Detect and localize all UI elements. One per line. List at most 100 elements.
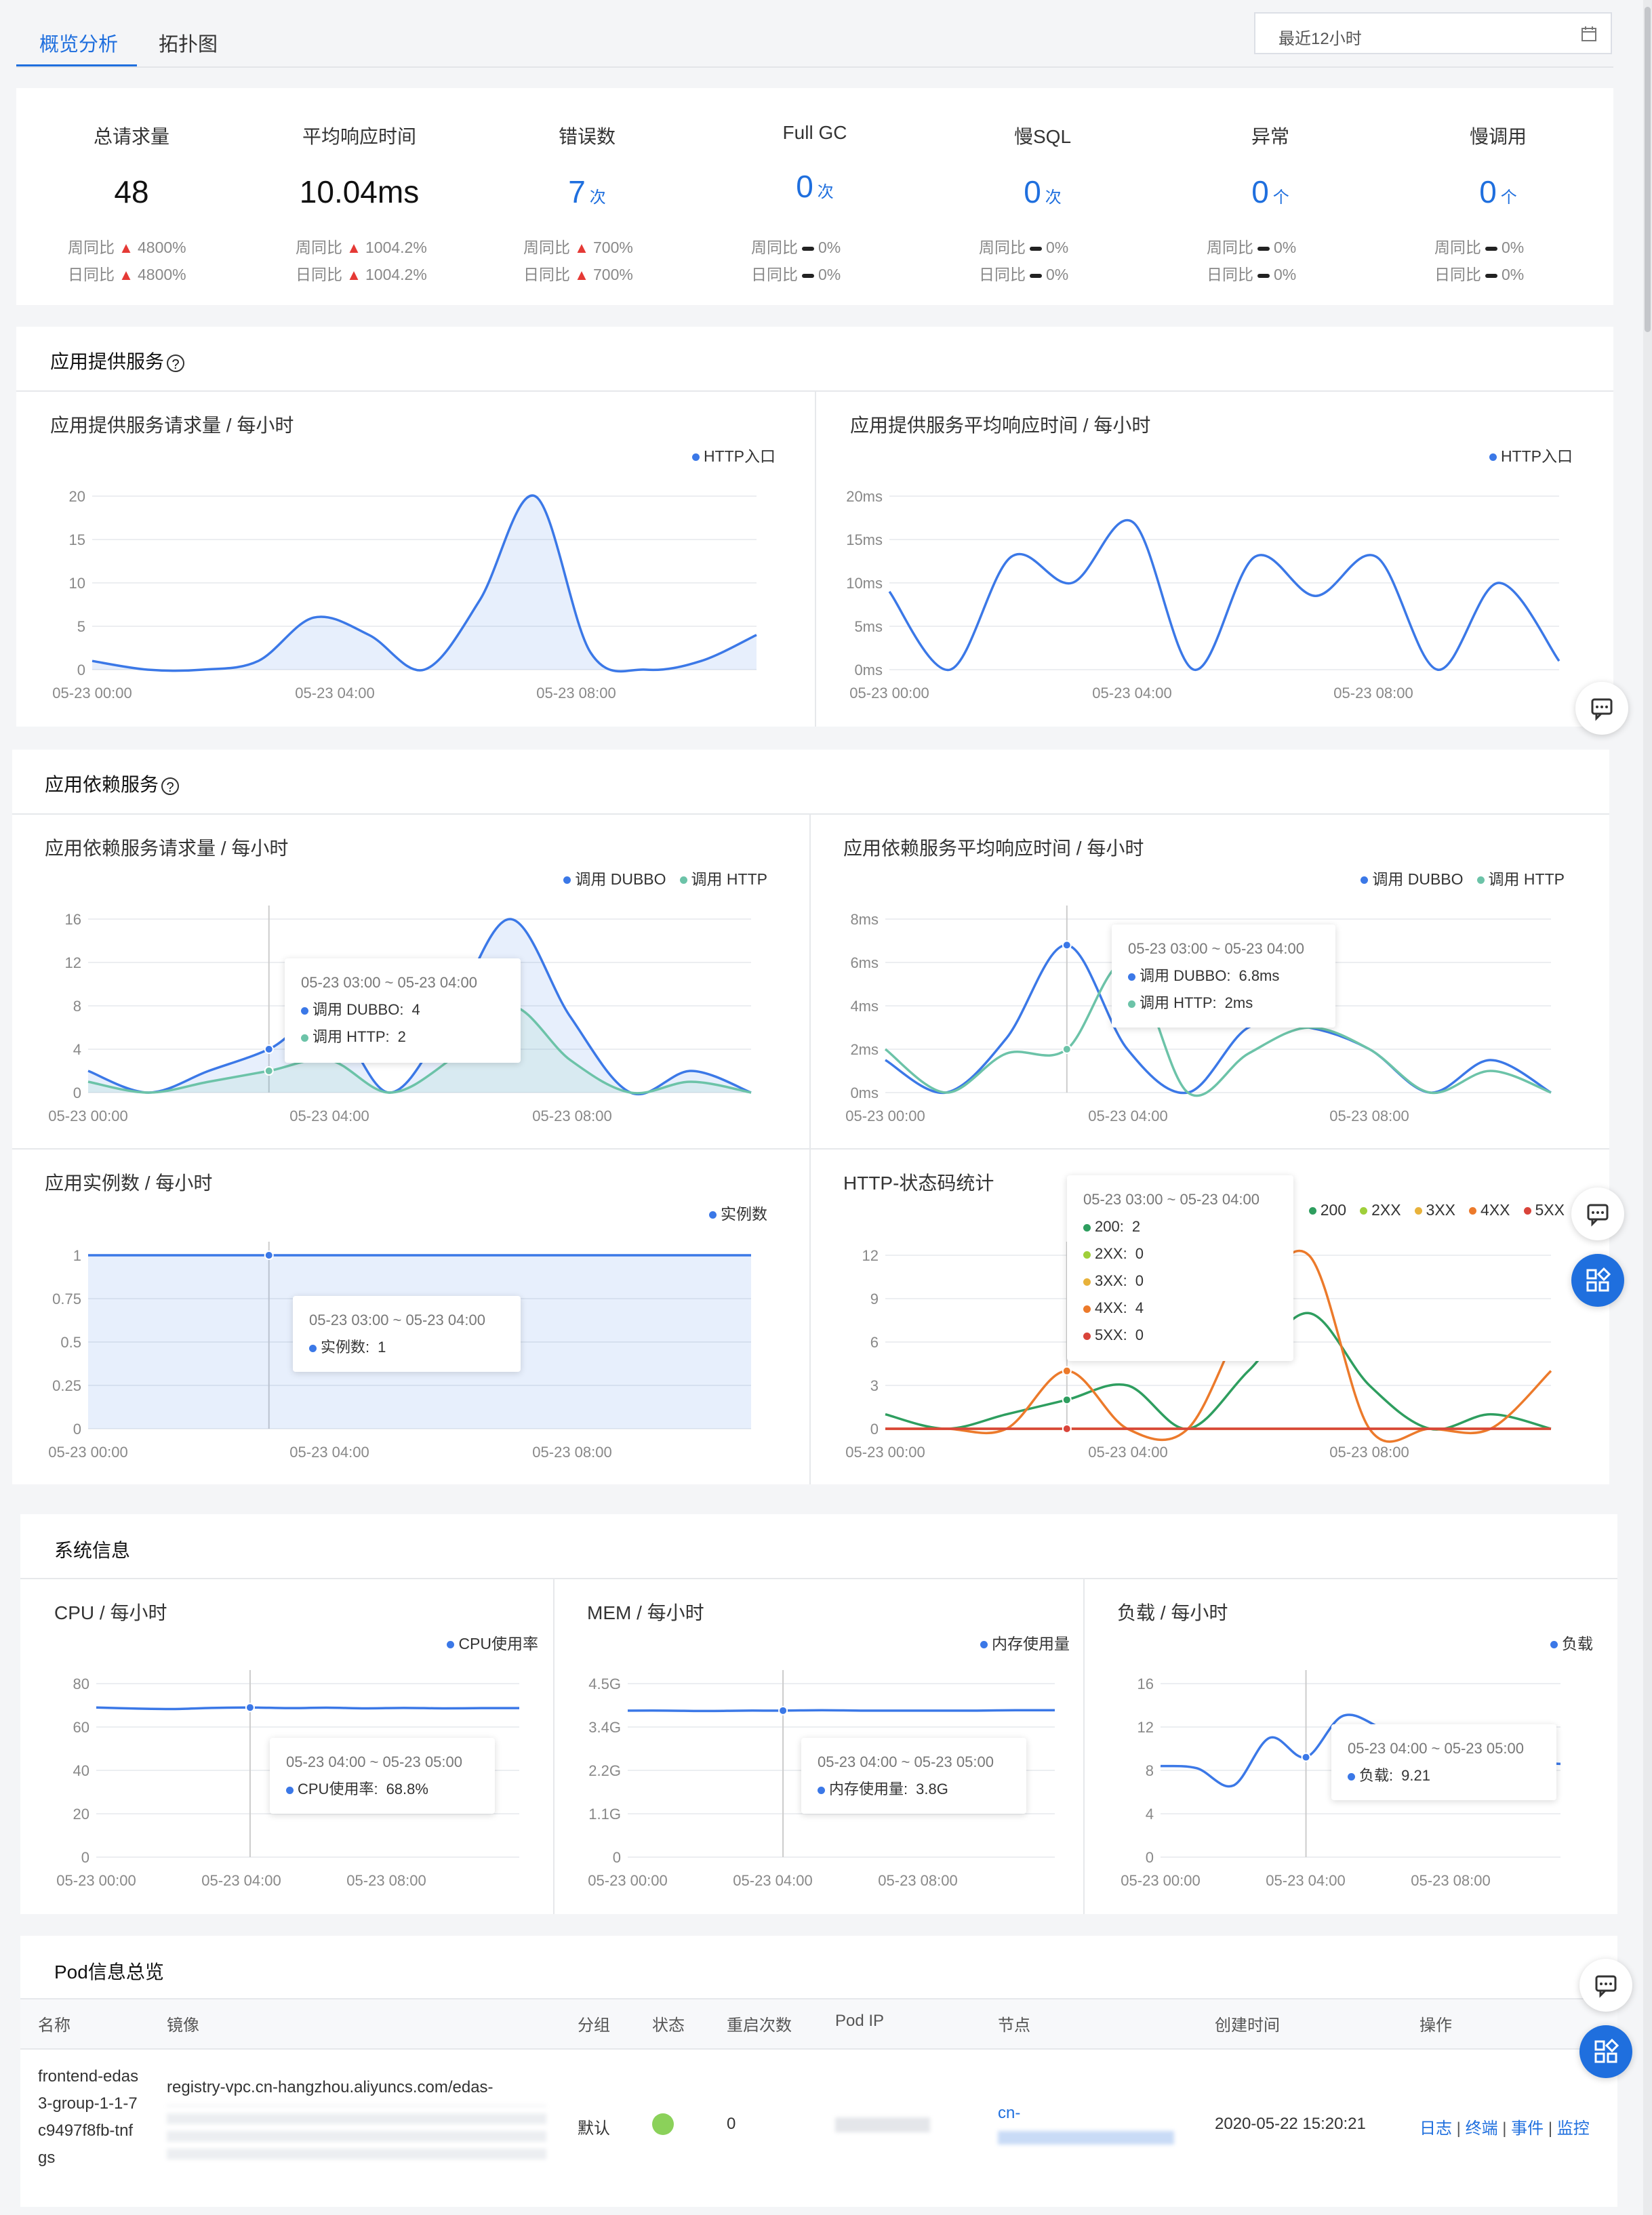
tooltip-title: 05-23 04:00 ~ 05-23 05:00 <box>818 1753 994 1770</box>
table-header: 节点 <box>998 2016 1030 2035</box>
table-header: 镜像 <box>167 2016 199 2035</box>
stat-label: 慢SQL <box>1013 126 1072 147</box>
x-tick-label: 05-23 04:00 <box>289 1444 369 1461</box>
pod-name[interactable]: frontend-edas3-group-1-1-7c9497f8fb-tnfg… <box>38 2063 140 2172</box>
apps-icon <box>1586 1267 1611 1292</box>
pod-status-dot <box>652 2113 674 2135</box>
chart-tooltip: 05-23 03:00 ~ 05-23 04:00 调用 DUBBO: 4 调用 HT… <box>285 958 521 1063</box>
tab-overview[interactable]: 概览分析 <box>39 28 118 57</box>
tooltip-row: 实例数: 1 <box>309 1334 504 1361</box>
chart-tooltip: 05-23 04:00 ~ 05-23 05:00 内存使用量: 3.8G <box>801 1738 1026 1814</box>
feedback-button[interactable] <box>1579 1959 1632 2012</box>
trend-flat-icon <box>1030 273 1042 278</box>
tooltip-row: 3XX: 0 <box>1083 1267 1277 1295</box>
tooltip-row: 200: 2 <box>1083 1213 1277 1240</box>
chart-tooltip: 05-23 04:00 ~ 05-23 05:00 负载: 9.21 <box>1331 1724 1556 1800</box>
table-header: 操作 <box>1419 2016 1452 2035</box>
y-tick-label: 0ms <box>850 1084 879 1101</box>
apps-button[interactable] <box>1571 1254 1624 1307</box>
trend-flat-icon <box>1030 246 1042 251</box>
hover-point <box>245 1703 255 1713</box>
y-tick-label: 0 <box>870 1421 879 1438</box>
log-link[interactable]: 日志 <box>1419 2119 1452 2138</box>
y-tick-label: 4 <box>1146 1806 1154 1823</box>
trend-flat-icon <box>1485 273 1497 278</box>
y-tick-label: 60 <box>73 1719 89 1736</box>
stat-label: 平均响应时间 <box>302 126 416 147</box>
y-tick-label: 0 <box>1146 1849 1154 1866</box>
feedback-button[interactable] <box>1575 682 1628 735</box>
stat-dod: 日同比 0% <box>979 266 1069 283</box>
monitor-link[interactable]: 监控 <box>1557 2119 1590 2138</box>
chart-tooltip: 05-23 03:00 ~ 05-23 04:00 实例数: 1 <box>293 1296 521 1372</box>
y-tick-label: 0.75 <box>52 1291 81 1307</box>
event-link[interactable]: 事件 <box>1511 2119 1544 2138</box>
y-tick-label: 0.5 <box>60 1334 81 1351</box>
pod-created: 2020-05-22 15:20:21 <box>1215 2115 1366 2133</box>
stat-2: 错误数 7 次 <box>499 122 675 210</box>
chart-tooltip: 05-23 04:00 ~ 05-23 05:00 CPU使用率: 68.8% <box>270 1738 495 1814</box>
x-tick-label: 05-23 04:00 <box>1088 1108 1167 1124</box>
stat-wow: 周同比 0% <box>1207 239 1297 256</box>
y-tick-label: 20ms <box>846 488 883 505</box>
x-tick-label: 05-23 00:00 <box>56 1872 136 1889</box>
help-icon[interactable]: ? <box>161 777 180 795</box>
scrollbar-track[interactable] <box>1643 0 1652 2215</box>
stat-4: 慢SQL 0 次 <box>954 122 1131 210</box>
tooltip-title: 05-23 03:00 ~ 05-23 04:00 <box>309 1312 485 1328</box>
hover-point <box>264 1066 274 1076</box>
tabs-divider <box>16 66 1613 68</box>
y-tick-label: 0ms <box>854 662 883 678</box>
x-tick-label: 05-23 04:00 <box>1266 1872 1345 1889</box>
x-tick-label: 05-23 00:00 <box>52 685 132 702</box>
y-tick-label: 8ms <box>850 911 879 928</box>
table-header: 名称 <box>38 2016 70 2035</box>
y-tick-label: 1.1G <box>588 1806 621 1823</box>
trend-up-icon: ▲ <box>342 239 365 256</box>
x-tick-label: 05-23 04:00 <box>295 685 374 702</box>
terminal-link[interactable]: 终端 <box>1466 2119 1498 2138</box>
x-tick-label: 05-23 00:00 <box>48 1444 127 1461</box>
feedback-button[interactable] <box>1571 1187 1624 1240</box>
stat-wow: 周同比 0% <box>1434 239 1525 256</box>
x-tick-label: 05-23 04:00 <box>289 1108 369 1124</box>
tooltip-row: CPU使用率: 68.8% <box>286 1776 479 1803</box>
tooltip-row: 调用 DUBBO: 6.8ms <box>1128 962 1319 990</box>
stat-value: 0个 <box>1479 174 1517 209</box>
stat-wow: 周同比 ▲ 4800% <box>68 239 186 256</box>
apps-button[interactable] <box>1579 2025 1632 2078</box>
y-tick-label: 0.25 <box>52 1377 81 1394</box>
table-header: 创建时间 <box>1215 2016 1280 2035</box>
scrollbar-thumb[interactable] <box>1645 7 1651 332</box>
y-tick-label: 1 <box>73 1247 81 1264</box>
x-tick-label: 05-23 08:00 <box>878 1872 957 1889</box>
chat-icon <box>1595 1975 1617 1998</box>
y-tick-label: 15 <box>69 531 85 548</box>
stat-wow: 周同比 0% <box>979 239 1069 256</box>
pod-node-link[interactable]: cn- <box>998 2104 1020 2123</box>
table-header: 重启次数 <box>727 2016 792 2035</box>
hover-point <box>1062 1395 1072 1405</box>
y-tick-label: 0 <box>73 1421 81 1438</box>
y-tick-label: 6 <box>870 1334 879 1351</box>
chat-icon <box>1591 698 1613 721</box>
trend-flat-icon <box>1257 273 1270 278</box>
y-tick-label: 2.2G <box>588 1762 621 1779</box>
tooltip-row: 调用 DUBBO: 4 <box>301 996 504 1023</box>
pod-section-card <box>20 1936 1617 2207</box>
stat-label: Full GC <box>782 122 847 143</box>
stat-dod: 日同比 ▲ 4800% <box>68 266 186 283</box>
y-tick-label: 15ms <box>846 531 883 548</box>
chat-icon <box>1587 1204 1609 1227</box>
tooltip-row: 2XX: 0 <box>1083 1240 1277 1267</box>
help-icon[interactable]: ? <box>167 354 185 372</box>
stat-wow: 周同比 0% <box>751 239 841 256</box>
y-tick-label: 9 <box>870 1291 879 1307</box>
pod-group: 默认 <box>578 2119 610 2138</box>
chart-tooltip: 05-23 03:00 ~ 05-23 04:00 调用 DUBBO: 6.8ms 调… <box>1112 924 1335 1028</box>
tab-topology[interactable]: 拓扑图 <box>159 28 218 57</box>
apps-icon <box>1594 2038 1619 2063</box>
stat-label: 错误数 <box>558 126 616 147</box>
stat-wow: 周同比 ▲ 1004.2% <box>296 239 427 256</box>
time-range-select[interactable]: 最近12小时 <box>1254 12 1612 54</box>
